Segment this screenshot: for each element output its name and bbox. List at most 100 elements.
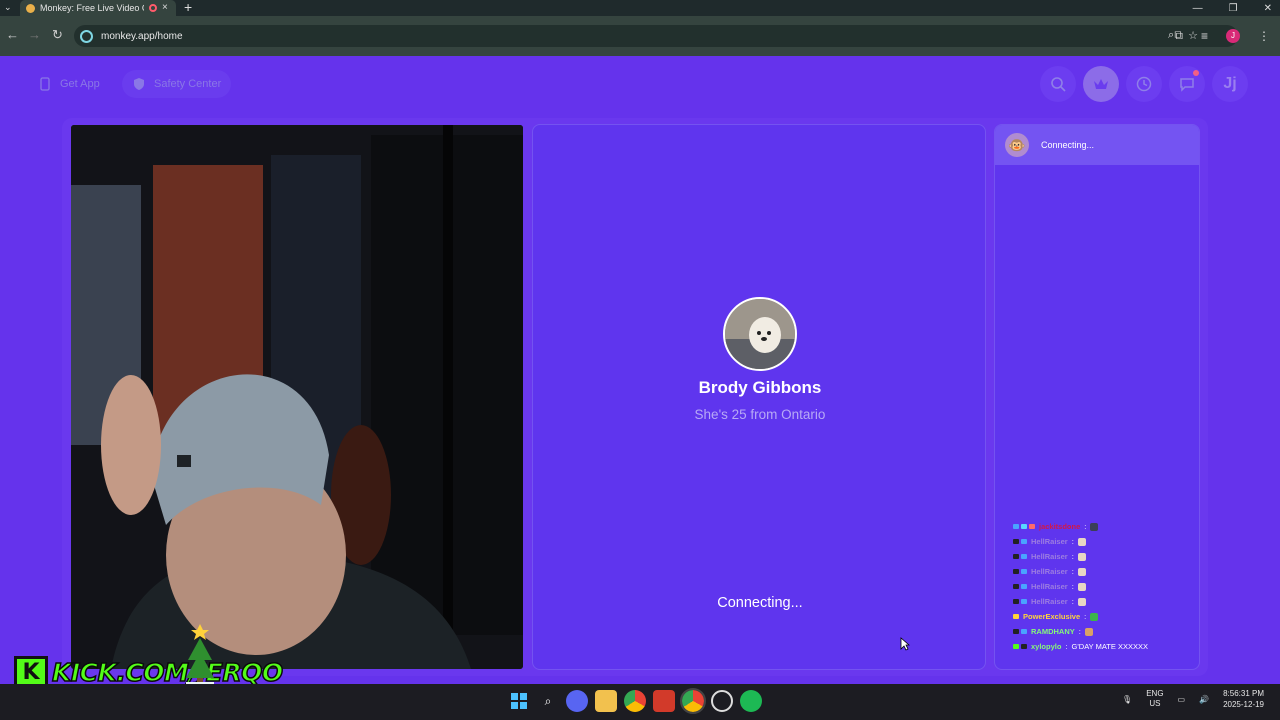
windows-start-icon[interactable]: [508, 690, 530, 712]
emote-icon: [1090, 612, 1099, 621]
get-app-button[interactable]: Get App: [28, 70, 110, 98]
site-info-icon[interactable]: [80, 29, 93, 43]
reload-icon[interactable]: ↻: [52, 27, 63, 43]
emote-icon: [1084, 627, 1093, 636]
webcam-image: [71, 125, 523, 669]
close-tab-icon[interactable]: ×: [162, 3, 168, 13]
chat-username: HellRaiser: [1031, 597, 1068, 606]
monkey-icon: 🐵: [1005, 133, 1029, 157]
safety-center-button[interactable]: Safety Center: [122, 70, 232, 98]
user-avatar-button[interactable]: Jj: [1212, 66, 1248, 102]
minimize-icon[interactable]: —: [1193, 3, 1203, 14]
recording-icon: [149, 4, 157, 12]
network-icon[interactable]: ▭: [1178, 695, 1186, 704]
badge-icon: [1013, 569, 1019, 574]
search-icon[interactable]: ⌕: [537, 690, 559, 712]
messages-button[interactable]: [1169, 66, 1205, 102]
chat-username: HellRaiser: [1031, 582, 1068, 591]
window-controls: — ❐ ✕: [1193, 0, 1272, 16]
media-controls-icon[interactable]: ≡: [1201, 29, 1208, 43]
chat-username: HellRaiser: [1031, 567, 1068, 576]
notification-dot: [1193, 70, 1199, 76]
emote-icon: [1090, 522, 1099, 531]
file-explorer-icon[interactable]: [595, 690, 617, 712]
system-clock[interactable]: 8:56:31 PM 2025-12-19: [1223, 688, 1264, 710]
badge-icon: [1021, 599, 1027, 604]
chat-message: PowerExclusive :: [1013, 609, 1203, 624]
get-app-label: Get App: [60, 78, 100, 90]
badge-icon: [1021, 554, 1027, 559]
badge-icon: [1021, 644, 1027, 649]
badge-icon: [1013, 614, 1019, 619]
clock-time: 8:56:31 PM: [1223, 689, 1264, 698]
chat-message: HellRaiser :: [1013, 594, 1203, 609]
maximize-icon[interactable]: ❐: [1229, 3, 1238, 14]
search-button[interactable]: [1040, 66, 1076, 102]
language-indicator[interactable]: ENG US: [1146, 689, 1163, 709]
peer-avatar: [723, 297, 797, 371]
browser-toolbar: ← → ↻ monkey.app/home ⌕ ☆ ⧉ ≡ J ⋮: [0, 16, 1280, 56]
peer-panel: Brody Gibbons She's 25 from Ontario Conn…: [532, 124, 986, 670]
crown-icon: [1094, 79, 1108, 89]
chat-message: RAMDHANY :: [1013, 624, 1203, 639]
peer-name: Brody Gibbons: [698, 378, 822, 397]
shield-icon: [132, 77, 146, 91]
self-camera-feed: [71, 125, 523, 669]
voicemeeter-icon[interactable]: [653, 690, 675, 712]
badge-icon: [1021, 629, 1027, 634]
badge-icon: [1021, 569, 1027, 574]
close-window-icon[interactable]: ✕: [1264, 3, 1272, 14]
clock-date: 2025-12-19: [1223, 700, 1264, 709]
search-icon: [1051, 77, 1066, 92]
chat-username: HellRaiser: [1031, 537, 1068, 546]
badge-icon: [1013, 584, 1019, 589]
emote-icon: [1077, 582, 1086, 591]
mouse-cursor-icon: [900, 637, 910, 651]
microphone-icon[interactable]: 🎙: [1122, 695, 1132, 704]
peer-connecting-status: Connecting...: [717, 595, 803, 611]
chat-message-text: G'DAY MATE XXXXXX: [1071, 642, 1148, 651]
extensions-icon[interactable]: ⧉: [1174, 28, 1183, 43]
history-button[interactable]: [1126, 66, 1162, 102]
chat-message: xylopylo : G'DAY MATE XXXXXX: [1013, 639, 1203, 654]
badge-icon: [1013, 554, 1019, 559]
avatar-letters: Jj: [1223, 75, 1237, 92]
badge-icon: [1013, 539, 1019, 544]
emote-icon: [1077, 552, 1086, 561]
chat-username: xylopylo: [1031, 642, 1062, 651]
volume-icon[interactable]: 🔊: [1199, 695, 1209, 704]
chat-message: HellRaiser :: [1013, 549, 1203, 564]
premium-button[interactable]: [1083, 66, 1119, 102]
new-tab-icon[interactable]: +: [184, 0, 192, 15]
badge-icon: [1021, 524, 1027, 529]
browser-tab[interactable]: Monkey: Free Live Video Ch ×: [20, 0, 176, 16]
url-text[interactable]: monkey.app/home: [101, 31, 183, 42]
tab-list-icon[interactable]: ⌄: [4, 2, 12, 13]
chat-username: jackitsdone: [1039, 522, 1081, 531]
browser-menu-icon[interactable]: ⋮: [1258, 29, 1270, 43]
safety-center-label: Safety Center: [154, 78, 222, 90]
zoom-icon[interactable]: ⌕: [1168, 29, 1174, 42]
browser-tab-bar: ⌄ Monkey: Free Live Video Ch × + — ❐ ✕: [0, 0, 1280, 16]
chat-header: 🐵 Connecting...: [995, 125, 1199, 165]
badge-icon: [1029, 524, 1035, 529]
emote-icon: [1077, 597, 1086, 606]
forward-icon[interactable]: →: [28, 27, 41, 42]
back-icon[interactable]: ←: [6, 27, 19, 42]
badge-icon: [1013, 524, 1019, 529]
chrome-icon[interactable]: [624, 690, 646, 712]
phone-icon: [38, 77, 52, 91]
peer-details: She's 25 from Ontario: [694, 407, 826, 422]
chat-message: HellRaiser :: [1013, 534, 1203, 549]
kick-url-text: KICK.COM/JERQO: [51, 657, 284, 688]
badge-icon: [1013, 599, 1019, 604]
badge-icon: [1021, 539, 1027, 544]
spotify-icon[interactable]: [740, 690, 762, 712]
chat-username: HellRaiser: [1031, 552, 1068, 561]
obs-icon[interactable]: [711, 690, 733, 712]
chat-message: jackitsdone :: [1013, 519, 1203, 534]
discord-icon[interactable]: [566, 690, 588, 712]
profile-avatar[interactable]: J: [1226, 28, 1240, 43]
address-bar[interactable]: monkey.app/home ⌕ ☆: [74, 25, 1238, 47]
chrome-active-icon[interactable]: [680, 688, 706, 714]
